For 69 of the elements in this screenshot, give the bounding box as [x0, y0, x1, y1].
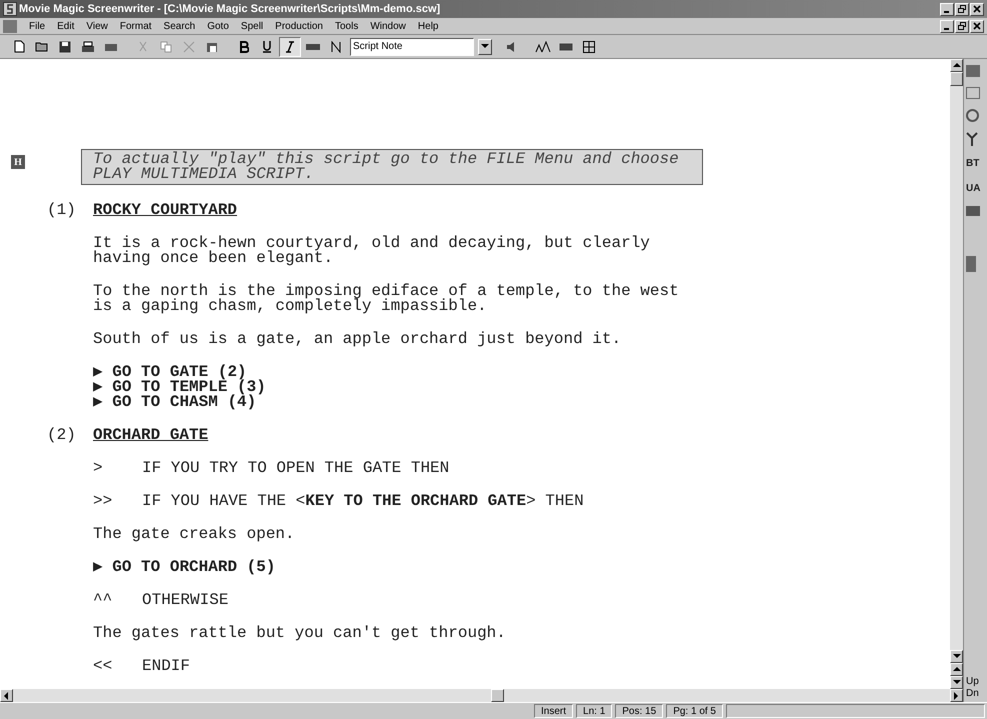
- action-text: South of us is a gate, an apple orchard just beyond it.: [92, 332, 622, 347]
- restore-button[interactable]: [955, 2, 969, 16]
- menu-item[interactable]: Format: [114, 18, 158, 34]
- condition-text: OTHERWISE: [142, 593, 228, 608]
- goto-link[interactable]: ▶ GO TO TEMPLE (3): [93, 380, 950, 395]
- menu-item[interactable]: File: [23, 18, 52, 34]
- window-title: Movie Magic Screenwriter - [C:\Movie Magic Screenwriter\Scripts\Mm-demo.scw]: [19, 2, 440, 17]
- menu-item[interactable]: Spell: [234, 18, 270, 34]
- horizontal-scrollbar[interactable]: [0, 689, 950, 702]
- scroll-thumb[interactable]: [491, 689, 504, 702]
- menu-item[interactable]: Production: [269, 18, 329, 34]
- page-down-icon[interactable]: [950, 676, 963, 689]
- action-text: It is a rock-hewn courtyard, old and decaying, but clearly having once been elegant.: [92, 236, 651, 266]
- condition-text: ENDIF: [142, 659, 190, 674]
- scroll-thumb[interactable]: [950, 72, 963, 86]
- scene-number: (2): [47, 428, 77, 443]
- script-note: To actually "play" this script go to the FILE Menu and choose PLAY MULTIMEDIA SCRIPT.: [81, 149, 703, 185]
- close-icon: [973, 5, 981, 13]
- status-field: Insert: [534, 704, 574, 718]
- menu-item[interactable]: Window: [364, 18, 412, 34]
- dropdown-button[interactable]: [478, 38, 492, 54]
- doc-minimize-button[interactable]: [940, 20, 954, 32]
- italic-icon[interactable]: [279, 36, 301, 56]
- restore-icon: [958, 22, 966, 30]
- scroll-up-icon[interactable]: [950, 59, 963, 72]
- scroll-right-icon[interactable]: [950, 689, 963, 702]
- scroll-label[interactable]: Dn: [966, 688, 979, 700]
- action-text: The gates rattle but you can't get through.: [92, 626, 507, 641]
- scroll-label[interactable]: Up: [966, 676, 979, 688]
- minimize-button[interactable]: [940, 2, 954, 16]
- goto-link[interactable]: ▶ GO TO CHASM (4): [93, 395, 950, 410]
- action-text: The gate creaks open.: [92, 527, 296, 542]
- status-field: Pos: 15: [615, 704, 664, 718]
- caret-icon: [481, 42, 489, 50]
- menu-item[interactable]: View: [80, 18, 114, 34]
- side-strip-button[interactable]: UA: [966, 181, 980, 196]
- scene-heading: ORCHARD GATE: [93, 428, 208, 443]
- menu-item[interactable]: Goto: [201, 18, 235, 34]
- close-button[interactable]: [970, 2, 984, 16]
- menu-item[interactable]: Edit: [51, 18, 80, 34]
- goto-link[interactable]: ▶ GO TO GATE (2): [93, 365, 950, 380]
- scroll-down-icon[interactable]: [950, 650, 963, 663]
- condition-symbol: ^^: [93, 593, 114, 608]
- app-icon: [3, 2, 17, 16]
- condition-symbol: >>: [93, 494, 114, 509]
- goto-link[interactable]: ▶ GO TO ORCHARD (5): [93, 560, 950, 575]
- side-strip-button[interactable]: BT: [966, 156, 980, 171]
- condition-text: IF YOU TRY TO OPEN THE GATE THEN: [142, 461, 450, 476]
- style-field[interactable]: Script Note: [350, 38, 474, 56]
- status-field: Ln: 1: [576, 704, 612, 718]
- status-field: Pg: 1 of 5: [666, 704, 723, 718]
- condition-symbol: >: [93, 461, 104, 476]
- vertical-scrollbar[interactable]: [950, 59, 963, 702]
- scene-heading: ROCKY COURTYARD: [93, 203, 238, 218]
- scene-number: (1): [47, 203, 77, 218]
- condition-text: IF YOU HAVE THE <KEY TO THE ORCHARD GATE> THEN: [142, 494, 584, 509]
- condition-symbol: <<: [93, 659, 114, 674]
- action-text: To the north is the imposing ediface of a temple, to the west is a gaping chasm, completely impassible.: [92, 284, 680, 314]
- tree-icon[interactable]: [966, 132, 978, 146]
- note-marker[interactable]: H: [11, 155, 25, 169]
- doc-restore-button[interactable]: [955, 20, 969, 32]
- menu-item[interactable]: Search: [158, 18, 202, 34]
- menu-item[interactable]: Tools: [328, 18, 364, 34]
- scroll-left-icon[interactable]: [0, 689, 13, 702]
- page-up-icon[interactable]: [950, 663, 963, 676]
- doc-close-button[interactable]: [970, 20, 984, 32]
- restore-icon: [958, 5, 966, 13]
- close-icon: [973, 22, 981, 30]
- menu-item[interactable]: Help: [412, 18, 444, 34]
